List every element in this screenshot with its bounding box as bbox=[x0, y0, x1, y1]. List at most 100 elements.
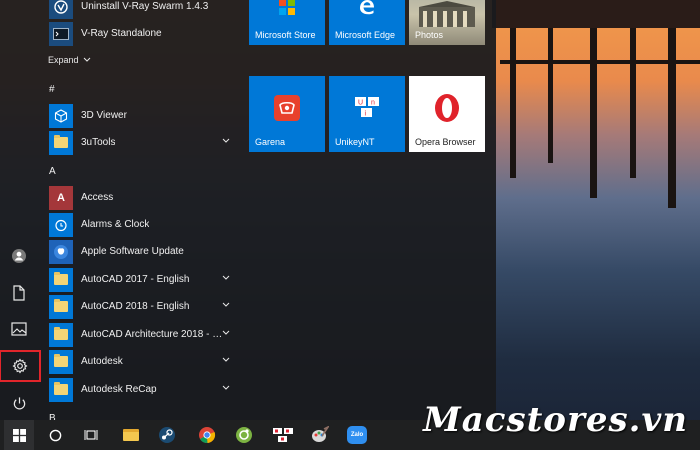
unikey-icon bbox=[273, 428, 293, 442]
apple-update-icon bbox=[49, 239, 73, 264]
svg-text:U: U bbox=[358, 99, 363, 106]
svg-text:n: n bbox=[371, 99, 375, 106]
tile-label: Microsoft Edge bbox=[335, 30, 396, 40]
coc-coc-icon bbox=[236, 427, 252, 443]
user-icon bbox=[12, 249, 26, 263]
documents-button[interactable] bbox=[4, 278, 34, 308]
picture-icon bbox=[11, 322, 27, 336]
taskbar-unikey[interactable] bbox=[268, 420, 298, 450]
expand-label: Expand bbox=[48, 55, 79, 65]
folder-icon bbox=[49, 267, 73, 292]
tile-opera-browser[interactable]: Opera Browser bbox=[409, 76, 485, 152]
vray-standalone-icon bbox=[49, 21, 73, 46]
app-label: 3uTools bbox=[81, 137, 116, 148]
list-item[interactable]: V-Ray Standalone bbox=[40, 20, 240, 47]
tile-microsoft-edge[interactable]: Microsoft Edge bbox=[329, 0, 405, 45]
3d-viewer-icon bbox=[49, 103, 73, 128]
power-button[interactable] bbox=[4, 388, 34, 418]
user-account-button[interactable] bbox=[4, 241, 34, 271]
pictures-button[interactable] bbox=[4, 314, 34, 344]
tile-photos[interactable]: Photos bbox=[409, 0, 485, 45]
file-explorer-icon bbox=[123, 429, 139, 441]
access-icon: A bbox=[49, 185, 73, 210]
windows-logo-icon bbox=[12, 428, 26, 442]
app-label: V-Ray Standalone bbox=[81, 28, 162, 39]
list-item[interactable]: AutoCAD 2018 - English bbox=[40, 293, 240, 320]
taskbar-zalo[interactable]: Zalo bbox=[342, 420, 372, 450]
start-button[interactable] bbox=[4, 420, 34, 450]
unikey-icon: Uni bbox=[354, 96, 380, 120]
section-header-a[interactable]: A bbox=[49, 166, 56, 177]
folder-icon bbox=[49, 349, 73, 374]
tile-label: Garena bbox=[255, 137, 286, 147]
paint-icon bbox=[312, 426, 329, 442]
list-item[interactable]: Autodesk ReCap bbox=[40, 376, 240, 403]
list-item[interactable]: Apple Software Update bbox=[40, 238, 240, 265]
watermark: Macstores.vn bbox=[423, 400, 688, 440]
app-label: Uninstall V-Ray Swarm 1.4.3 bbox=[81, 1, 209, 12]
list-item[interactable]: AutoCAD 2017 - English bbox=[40, 266, 240, 293]
taskbar-chrome[interactable] bbox=[192, 420, 222, 450]
tile-garena[interactable]: Garena bbox=[249, 76, 325, 152]
app-label: 3D Viewer bbox=[81, 110, 127, 121]
edge-icon bbox=[360, 0, 374, 15]
steam-icon bbox=[159, 427, 175, 443]
list-item[interactable]: A Access bbox=[40, 184, 240, 211]
chevron-down-icon[interactable] bbox=[222, 357, 230, 363]
list-item[interactable]: AutoCAD Architecture 2018 - En... bbox=[40, 321, 240, 348]
expand-button[interactable]: Expand bbox=[48, 55, 91, 65]
tile-label: Microsoft Store bbox=[255, 30, 316, 40]
gear-icon bbox=[12, 358, 28, 374]
list-item[interactable]: Alarms & Clock bbox=[40, 211, 240, 238]
section-header-b[interactable]: B bbox=[49, 413, 56, 420]
taskbar-file-explorer[interactable] bbox=[116, 420, 146, 450]
alarm-clock-icon bbox=[49, 212, 73, 237]
app-label: Access bbox=[81, 192, 114, 203]
tile-label: Opera Browser bbox=[415, 137, 476, 147]
app-label: Apple Software Update bbox=[81, 246, 184, 257]
opera-icon bbox=[435, 93, 459, 122]
tile-microsoft-store[interactable]: Microsoft Store bbox=[249, 0, 325, 45]
tile-label: UnikeyNT bbox=[335, 137, 375, 147]
photos-icon bbox=[419, 0, 475, 27]
tile-unikeynt[interactable]: Uni UnikeyNT bbox=[329, 76, 405, 152]
taskbar-paint[interactable] bbox=[305, 420, 335, 450]
chevron-down-icon[interactable] bbox=[222, 385, 230, 391]
tile-label: Photos bbox=[415, 30, 444, 40]
start-menu: Uninstall V-Ray Swarm 1.4.3 V-Ray Standa… bbox=[0, 0, 496, 420]
list-item[interactable]: Uninstall V-Ray Swarm 1.4.3 bbox=[40, 0, 240, 20]
app-label: Autodesk bbox=[81, 356, 123, 367]
settings-button[interactable] bbox=[0, 350, 41, 382]
folder-icon bbox=[49, 377, 73, 402]
task-view-icon bbox=[84, 430, 98, 440]
chevron-down-icon[interactable] bbox=[222, 302, 230, 308]
taskbar-coc-coc[interactable] bbox=[229, 420, 259, 450]
power-icon bbox=[13, 396, 25, 409]
task-view-button[interactable] bbox=[76, 420, 106, 450]
start-rail bbox=[0, 0, 41, 420]
folder-icon bbox=[49, 294, 73, 319]
list-item[interactable]: Autodesk bbox=[40, 348, 240, 375]
folder-icon bbox=[49, 130, 73, 155]
app-label: Autodesk ReCap bbox=[81, 384, 157, 395]
taskbar-steam[interactable] bbox=[152, 420, 182, 450]
vray-icon bbox=[49, 0, 73, 19]
chrome-icon bbox=[199, 427, 216, 444]
chevron-down-icon[interactable] bbox=[222, 138, 230, 144]
store-icon bbox=[279, 0, 295, 15]
section-header-hash[interactable]: # bbox=[49, 84, 55, 95]
cortana-icon bbox=[49, 429, 61, 441]
folder-icon bbox=[49, 322, 73, 347]
app-label: AutoCAD Architecture 2018 - En... bbox=[81, 329, 223, 340]
chevron-down-icon[interactable] bbox=[222, 275, 230, 281]
list-item[interactable]: 3uTools bbox=[40, 129, 240, 156]
app-label: AutoCAD 2018 - English bbox=[81, 301, 190, 312]
list-item[interactable]: 3D Viewer bbox=[40, 102, 240, 129]
cortana-button[interactable] bbox=[40, 420, 70, 450]
zalo-icon: Zalo bbox=[347, 426, 367, 444]
chevron-down-icon[interactable] bbox=[222, 330, 230, 336]
app-label: AutoCAD 2017 - English bbox=[81, 274, 190, 285]
app-list: Uninstall V-Ray Swarm 1.4.3 V-Ray Standa… bbox=[40, 0, 240, 420]
chevron-down-icon bbox=[83, 57, 90, 62]
document-icon bbox=[13, 285, 25, 301]
